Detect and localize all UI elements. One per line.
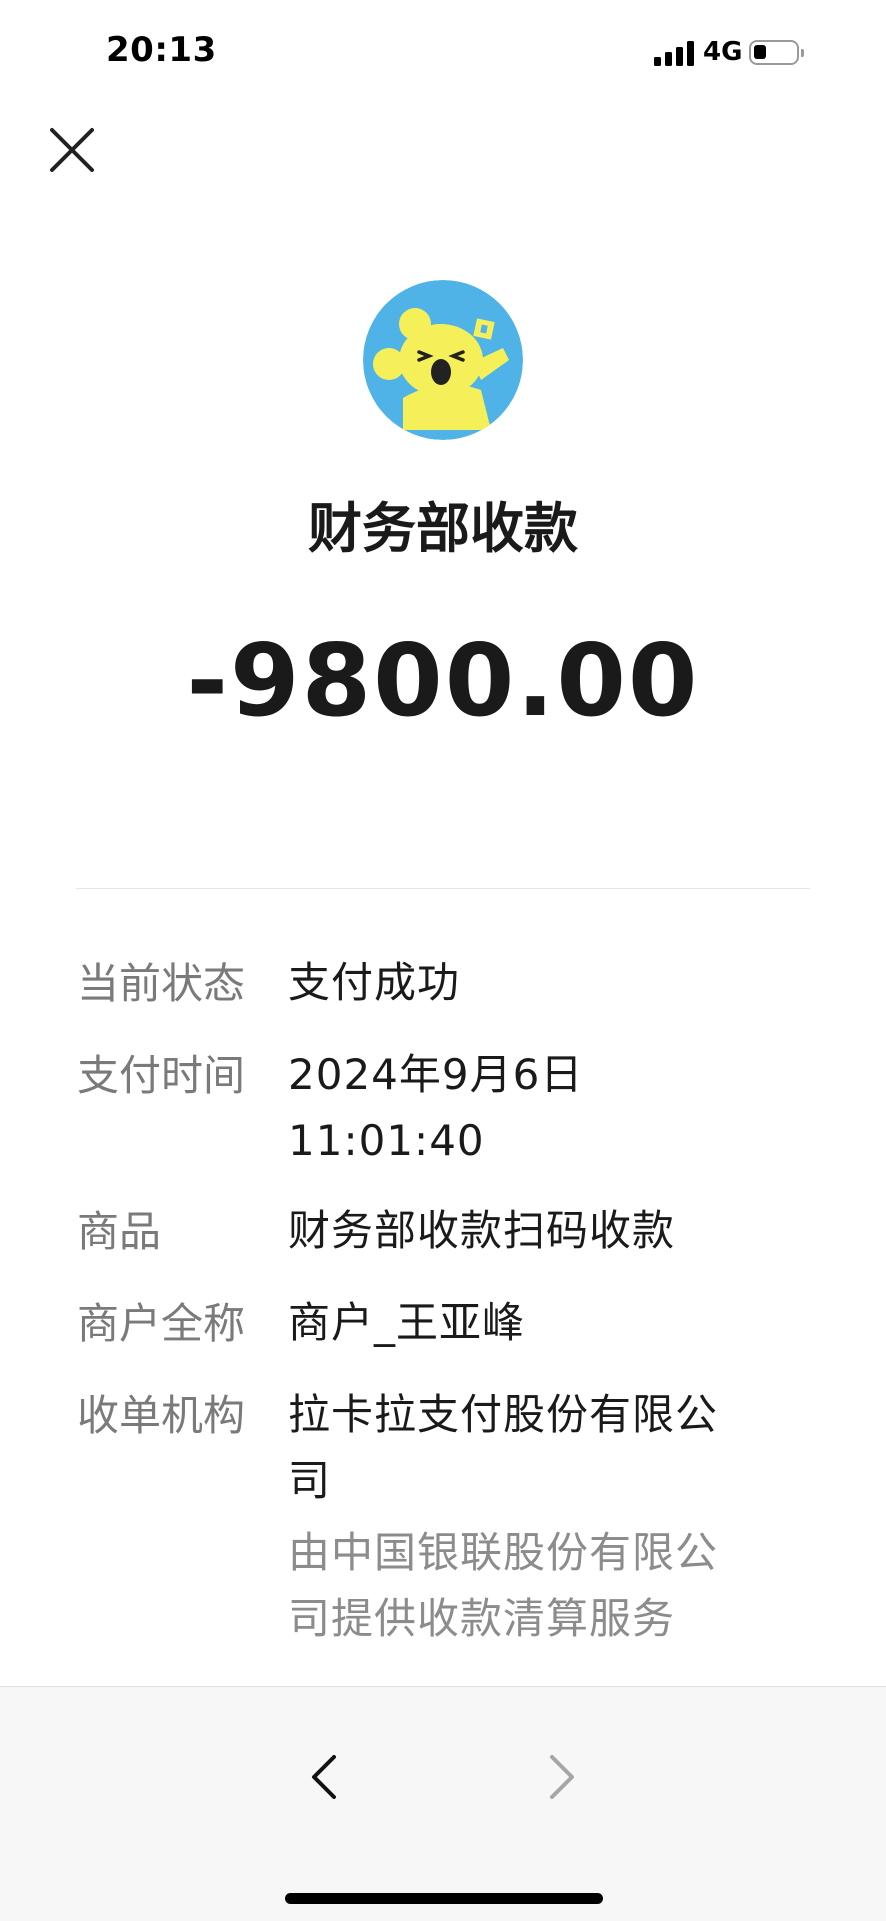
detail-label: 当前状态 — [77, 959, 246, 1008]
detail-value: 拉卡拉支付股份有限公司 — [288, 1390, 719, 1505]
detail-value: 2024年9月6日 11:01:40 — [288, 1050, 584, 1165]
network-type: 4G — [703, 37, 743, 67]
home-indicator[interactable] — [285, 1893, 603, 1904]
merchant-title: 财务部收款 — [308, 497, 578, 560]
detail-row-merchant-name: 商户全称 商户_王亚峰 — [0, 1290, 886, 1358]
payment-amount: -9800.00 — [186, 622, 700, 739]
close-button[interactable] — [44, 122, 100, 178]
merchant-avatar — [363, 280, 523, 440]
koala-avatar-icon — [363, 280, 523, 440]
back-button[interactable] — [302, 1749, 346, 1805]
detail-value: 财务部收款扫码收款 — [288, 1206, 676, 1255]
bottom-navigation-bar — [0, 1686, 886, 1921]
detail-label: 收单机构 — [77, 1391, 246, 1440]
detail-value: 支付成功 — [288, 958, 461, 1007]
detail-row-product: 商品 财务部收款扫码收款 — [0, 1198, 886, 1266]
divider — [76, 888, 810, 889]
status-time: 20:13 — [106, 30, 217, 70]
detail-label: 支付时间 — [77, 1051, 246, 1100]
chevron-right-icon — [550, 1755, 574, 1799]
battery-icon — [749, 40, 799, 65]
payment-details: 当前状态 支付成功 支付时间 2024年9月6日 11:01:40 商品 财务部… — [0, 950, 886, 1652]
detail-row-acquirer: 收单机构 拉卡拉支付股份有限公司 由中国银联股份有限公司提供收款清算服务 — [0, 1382, 886, 1652]
status-bar: 20:13 4G — [0, 0, 886, 110]
chevron-left-icon — [312, 1755, 336, 1799]
forward-button[interactable] — [540, 1749, 584, 1805]
detail-row-status: 当前状态 支付成功 — [0, 950, 886, 1018]
detail-row-time: 支付时间 2024年9月6日 11:01:40 — [0, 1042, 886, 1174]
detail-label: 商户全称 — [77, 1299, 246, 1348]
close-icon — [50, 128, 94, 172]
detail-subtext: 由中国银联股份有限公司提供收款清算服务 — [288, 1528, 719, 1643]
detail-value: 商户_王亚峰 — [288, 1298, 526, 1347]
signal-strength-icon — [654, 40, 698, 66]
battery-level — [754, 45, 766, 59]
battery-tip — [801, 49, 804, 57]
detail-label: 商品 — [77, 1207, 162, 1256]
